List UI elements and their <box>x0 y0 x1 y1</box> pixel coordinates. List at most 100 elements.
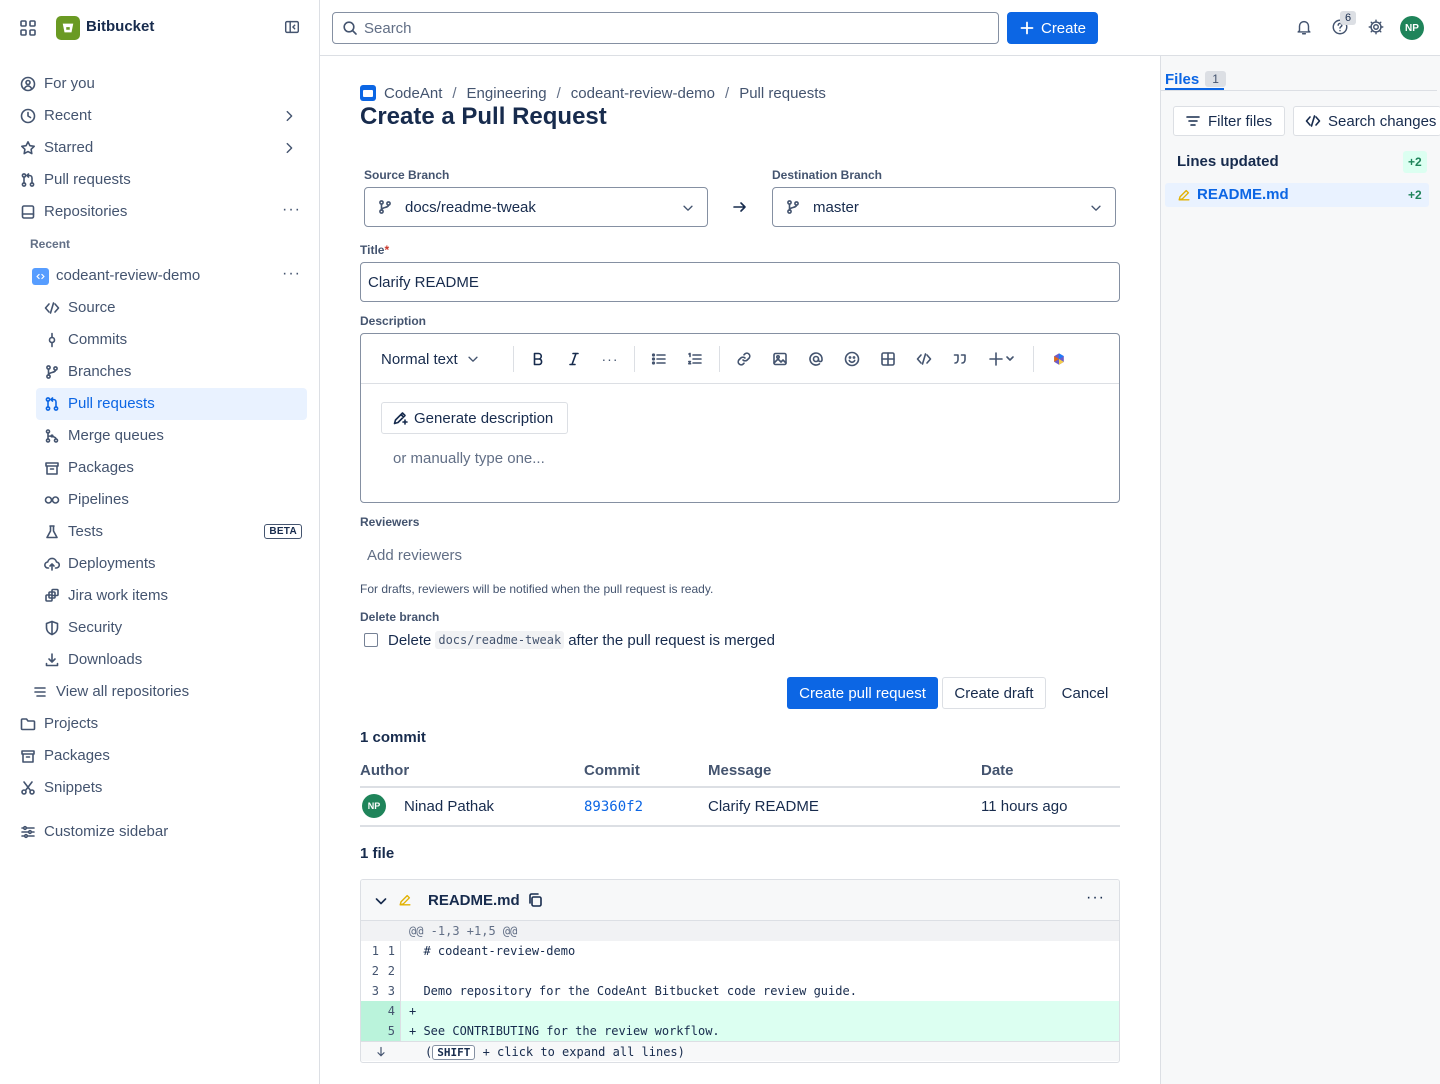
title-input[interactable] <box>360 262 1120 302</box>
reviewers-label: Reviewers <box>360 515 420 529</box>
arrow-down-icon[interactable] <box>375 1042 387 1058</box>
ai-assistant-icon[interactable] <box>1049 349 1069 369</box>
breadcrumb-repository[interactable]: codeant-review-demo <box>571 85 715 102</box>
sidebar-item-branches[interactable]: Branches <box>12 356 308 388</box>
chevron-down-icon <box>681 201 695 215</box>
sidebar-item-pull-requests[interactable]: Pull requests <box>12 164 308 196</box>
link-icon[interactable] <box>734 349 754 369</box>
editor-toolbar: Normal text ··· <box>361 334 1119 384</box>
sidebar-item-packages[interactable]: Packages <box>12 452 308 484</box>
more-options-icon[interactable]: ··· <box>1086 889 1105 907</box>
breadcrumb-pull-requests[interactable]: Pull requests <box>739 85 826 102</box>
search-box[interactable] <box>332 12 999 44</box>
view-all-repositories[interactable]: View all repositories <box>12 676 308 708</box>
italic-icon[interactable] <box>564 349 584 369</box>
breadcrumb-project[interactable]: Engineering <box>467 85 547 102</box>
chevron-right-icon[interactable] <box>282 109 296 123</box>
mention-icon[interactable] <box>806 349 826 369</box>
emoji-icon[interactable] <box>842 349 862 369</box>
pull-request-icon <box>20 172 36 188</box>
filter-files-label: Filter files <box>1208 112 1273 130</box>
sidebar-item-jira[interactable]: Jira work items <box>12 580 308 612</box>
more-options-icon[interactable]: ··· <box>282 266 300 285</box>
sidebar-item-security[interactable]: Security <box>12 612 308 644</box>
drafts-hint: For drafts, reviewers will be notified w… <box>360 582 714 596</box>
create-draft-button[interactable]: Create draft <box>942 677 1046 709</box>
bitbucket-logo-icon[interactable] <box>56 16 80 40</box>
insert-more-icon[interactable] <box>986 349 1020 369</box>
sidebar-item-commits[interactable]: Commits <box>12 324 308 356</box>
sidebar-item-label: Snippets <box>44 779 103 796</box>
bullet-list-icon[interactable] <box>649 349 669 369</box>
description-editor[interactable]: Normal text ··· Generate description or … <box>360 333 1120 503</box>
diff-file-name[interactable]: README.md <box>428 892 520 909</box>
source-branch-select[interactable]: docs/readme-tweak <box>364 187 708 227</box>
sidebar-item-label: Deployments <box>68 555 156 572</box>
sidebar-item-label: Source <box>68 299 116 316</box>
sidebar-item-source[interactable]: Source <box>12 292 308 324</box>
create-button[interactable]: Create <box>1007 12 1098 44</box>
title-label-text: Title <box>360 243 385 257</box>
quote-icon[interactable] <box>950 349 970 369</box>
text-style-select[interactable]: Normal text <box>381 347 480 371</box>
sidebar-item-pipelines[interactable]: Pipelines <box>12 484 308 516</box>
code-icon <box>1305 113 1321 129</box>
bold-icon[interactable] <box>528 349 548 369</box>
generate-description-button[interactable]: Generate description <box>381 402 568 434</box>
sidebar-item-repositories[interactable]: Repositories ··· <box>12 196 308 228</box>
app-switcher-icon[interactable] <box>18 18 38 38</box>
sidebar-item-tests[interactable]: Tests BETA <box>12 516 308 548</box>
gear-icon[interactable] <box>1367 18 1387 38</box>
collapse-sidebar-icon[interactable] <box>283 18 303 38</box>
commit-icon <box>44 332 60 348</box>
cancel-button[interactable]: Cancel <box>1050 677 1120 709</box>
sidebar-item-label: Customize sidebar <box>44 823 169 840</box>
destination-branch-select[interactable]: master <box>772 187 1116 227</box>
commit-hash-link[interactable]: 89360f2 <box>584 798 643 815</box>
sidebar-item-merge-queues[interactable]: Merge queues <box>12 420 308 452</box>
create-pull-request-button[interactable]: Create pull request <box>787 677 938 709</box>
destination-branch-value: master <box>813 198 859 216</box>
search-input[interactable] <box>364 19 964 37</box>
lines-updated-label: Lines updated <box>1177 153 1279 170</box>
column-header-message: Message <box>708 762 772 779</box>
expand-lines-row[interactable]: (SHIFT + click to expand all lines) <box>361 1041 1119 1061</box>
sidebar-item-packages-global[interactable]: Packages <box>12 740 308 772</box>
delete-branch-label: Delete branch <box>360 610 440 624</box>
reviewers-input[interactable]: Add reviewers <box>360 545 1120 567</box>
diff-line-code: Demo repository for the CodeAnt Bitbucke… <box>409 984 857 998</box>
sidebar-item-starred[interactable]: Starred <box>12 132 308 164</box>
sidebar-item-label: Merge queues <box>68 427 164 444</box>
copy-icon[interactable] <box>527 892 543 908</box>
chevron-down-icon[interactable] <box>373 893 389 909</box>
bell-icon[interactable] <box>1295 18 1315 38</box>
chevron-right-icon[interactable] <box>282 141 296 155</box>
table-icon[interactable] <box>878 349 898 369</box>
breadcrumb-workspace[interactable]: CodeAnt <box>384 85 442 102</box>
sidebar-item-projects[interactable]: Projects <box>12 708 308 740</box>
user-avatar[interactable]: NP <box>1400 16 1424 40</box>
customize-sidebar[interactable]: Customize sidebar <box>12 816 308 848</box>
code-icon <box>44 300 60 316</box>
expand-hint-rest: + click to expand all lines) <box>475 1045 685 1059</box>
file-list-item[interactable]: README.md +2 <box>1165 183 1429 207</box>
avatar[interactable]: NP <box>362 794 386 818</box>
sidebar-item-deployments[interactable]: Deployments <box>12 548 308 580</box>
new-line-number: 3 <box>387 984 395 998</box>
sidebar-item-downloads[interactable]: Downloads <box>12 644 308 676</box>
more-formatting-icon[interactable]: ··· <box>600 349 620 369</box>
commit-hash[interactable]: 89360f2 <box>584 799 643 815</box>
sidebar-item-repo[interactable]: codeant-review-demo ··· <box>12 260 308 292</box>
image-icon[interactable] <box>770 349 790 369</box>
numbered-list-icon[interactable] <box>685 349 705 369</box>
search-changes-button[interactable]: Search changes <box>1293 106 1440 136</box>
sidebar-item-pull-requests-repo[interactable]: Pull requests <box>36 388 307 420</box>
more-options-icon[interactable]: ··· <box>282 202 300 221</box>
filter-files-button[interactable]: Filter files <box>1173 106 1285 136</box>
delete-branch-checkbox[interactable] <box>364 633 378 647</box>
sidebar-item-snippets[interactable]: Snippets <box>12 772 308 804</box>
app-name[interactable]: Bitbucket <box>86 18 154 35</box>
code-block-icon[interactable] <box>914 349 934 369</box>
sidebar-item-recent[interactable]: Recent <box>12 100 308 132</box>
sidebar-item-for-you[interactable]: For you <box>12 68 308 100</box>
